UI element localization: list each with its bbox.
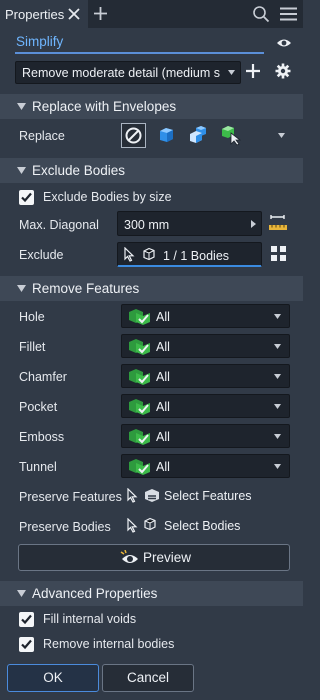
search-icon[interactable] (252, 5, 270, 23)
feature-dropdown-tunnel[interactable]: All (121, 454, 290, 478)
feature-dropdown-hole[interactable]: All (121, 304, 290, 328)
chevron-down-icon (274, 344, 281, 349)
section-remove-features[interactable]: Remove Features (0, 276, 303, 301)
chevron-down-icon (274, 434, 281, 439)
chevron-down-icon (228, 70, 235, 75)
feature-label-hole: Hole (19, 310, 45, 324)
measure-icon[interactable] (268, 215, 288, 231)
replace-selected-box-button[interactable] (219, 123, 244, 148)
feature-select-icon (128, 458, 152, 476)
replace-none-button[interactable] (121, 123, 146, 148)
detail-level-dropdown[interactable]: Remove moderate detail (medium si (15, 61, 241, 84)
section-exclude-bodies[interactable]: Exclude Bodies (0, 158, 303, 183)
feature-value: All (156, 430, 170, 444)
feature-dropdown-chamfer[interactable]: All (121, 364, 290, 388)
feature-value: All (156, 400, 170, 414)
preserve-features-label: Preserve Features (19, 490, 122, 504)
chevron-down-icon (17, 167, 26, 174)
chevron-down-icon (274, 404, 281, 409)
remove-bodies-checkbox[interactable] (19, 637, 34, 652)
replace-bounding-box-button[interactable] (155, 123, 180, 148)
cursor-arrow-icon (127, 518, 138, 533)
chevron-down-icon (274, 464, 281, 469)
simplify-link[interactable]: Simplify (16, 34, 63, 49)
section-advanced-properties[interactable]: Advanced Properties (0, 581, 303, 606)
gear-icon[interactable] (275, 63, 291, 79)
exclude-bodies-selector[interactable]: 1 / 1 Bodies (117, 242, 262, 267)
feature-icon (143, 487, 161, 503)
cursor-arrow-icon (124, 247, 135, 262)
section-replace-with-envelopes[interactable]: Replace with Envelopes (0, 94, 303, 119)
chevron-down-icon (17, 103, 26, 110)
no-replace-icon (125, 127, 142, 144)
preview-eye-icon (120, 550, 140, 566)
preview-button[interactable]: Preview (18, 544, 290, 571)
detail-level-value: Remove moderate detail (medium si (22, 66, 220, 80)
feature-select-icon (128, 368, 152, 386)
select-envelope-icon (222, 126, 242, 146)
feature-select-icon (128, 428, 152, 446)
tab-properties[interactable]: Properties (0, 0, 88, 28)
box-envelope-icon (160, 128, 173, 142)
feature-value: All (156, 310, 170, 324)
chevron-right-icon[interactable] (251, 220, 256, 228)
feature-label-chamfer: Chamfer (19, 370, 67, 384)
chevron-down-icon (274, 374, 281, 379)
chevron-down-icon (274, 314, 281, 319)
preserve-features-value: Select Features (164, 489, 252, 503)
feature-label-tunnel: Tunnel (19, 460, 57, 474)
chevron-down-icon[interactable] (278, 133, 285, 138)
preview-label: Preview (143, 550, 192, 565)
remove-bodies-label: Remove internal bodies (43, 637, 175, 651)
section-title: Exclude Bodies (32, 163, 126, 178)
feature-value: All (156, 460, 170, 474)
simplify-underline (15, 52, 264, 54)
preserve-bodies-label: Preserve Bodies (19, 520, 111, 534)
body-icon (142, 247, 156, 261)
replace-label: Replace (19, 129, 65, 143)
feature-select-icon (128, 308, 152, 326)
max-diagonal-input[interactable]: 300 mm (117, 211, 262, 236)
section-title: Replace with Envelopes (32, 99, 177, 114)
tab-properties-label: Properties (5, 7, 65, 22)
body-icon (143, 517, 157, 531)
feature-value: All (156, 370, 170, 384)
chevron-down-icon (17, 285, 26, 292)
panel-tab-bar: Properties (0, 0, 303, 28)
feature-dropdown-fillet[interactable]: All (121, 334, 290, 358)
max-diagonal-label: Max. Diagonal (19, 218, 99, 232)
preserve-bodies-value: Select Bodies (164, 519, 241, 533)
section-title: Remove Features (32, 281, 140, 296)
add-preset-icon[interactable] (246, 64, 260, 78)
hamburger-menu-icon[interactable] (280, 7, 297, 21)
feature-value: All (156, 340, 170, 354)
exclude-by-size-label: Exclude Bodies by size (43, 190, 172, 204)
feature-label-pocket: Pocket (19, 400, 58, 414)
chevron-down-icon (17, 590, 26, 597)
exclude-label: Exclude (19, 248, 64, 262)
feature-label-emboss: Emboss (19, 430, 65, 444)
feature-select-icon (128, 398, 152, 416)
feature-label-fillet: Fillet (19, 340, 46, 354)
feature-select-icon (128, 338, 152, 356)
exclude-by-size-checkbox[interactable] (19, 190, 34, 205)
preserve-bodies-selector[interactable]: Select Bodies (121, 514, 290, 538)
preserve-features-selector[interactable]: Select Features (121, 484, 290, 508)
section-title: Advanced Properties (32, 586, 158, 601)
replace-multiple-boxes-button[interactable] (187, 123, 212, 148)
exclude-bodies-count: 1 / 1 Bodies (163, 249, 230, 263)
feature-dropdown-emboss[interactable]: All (121, 424, 290, 448)
ok-button[interactable]: OK (7, 664, 99, 692)
max-diagonal-value: 300 mm (124, 218, 170, 232)
body-list-icon[interactable] (270, 245, 287, 262)
multi-box-envelope-icon (190, 126, 206, 143)
close-icon[interactable] (67, 7, 81, 21)
cancel-button[interactable]: Cancel (102, 664, 194, 692)
eye-icon[interactable] (276, 38, 292, 48)
feature-dropdown-pocket[interactable]: All (121, 394, 290, 418)
add-tab-icon[interactable] (93, 6, 108, 21)
cursor-arrow-icon (127, 488, 138, 503)
fill-voids-checkbox[interactable] (19, 612, 34, 627)
fill-voids-label: Fill internal voids (43, 612, 137, 626)
